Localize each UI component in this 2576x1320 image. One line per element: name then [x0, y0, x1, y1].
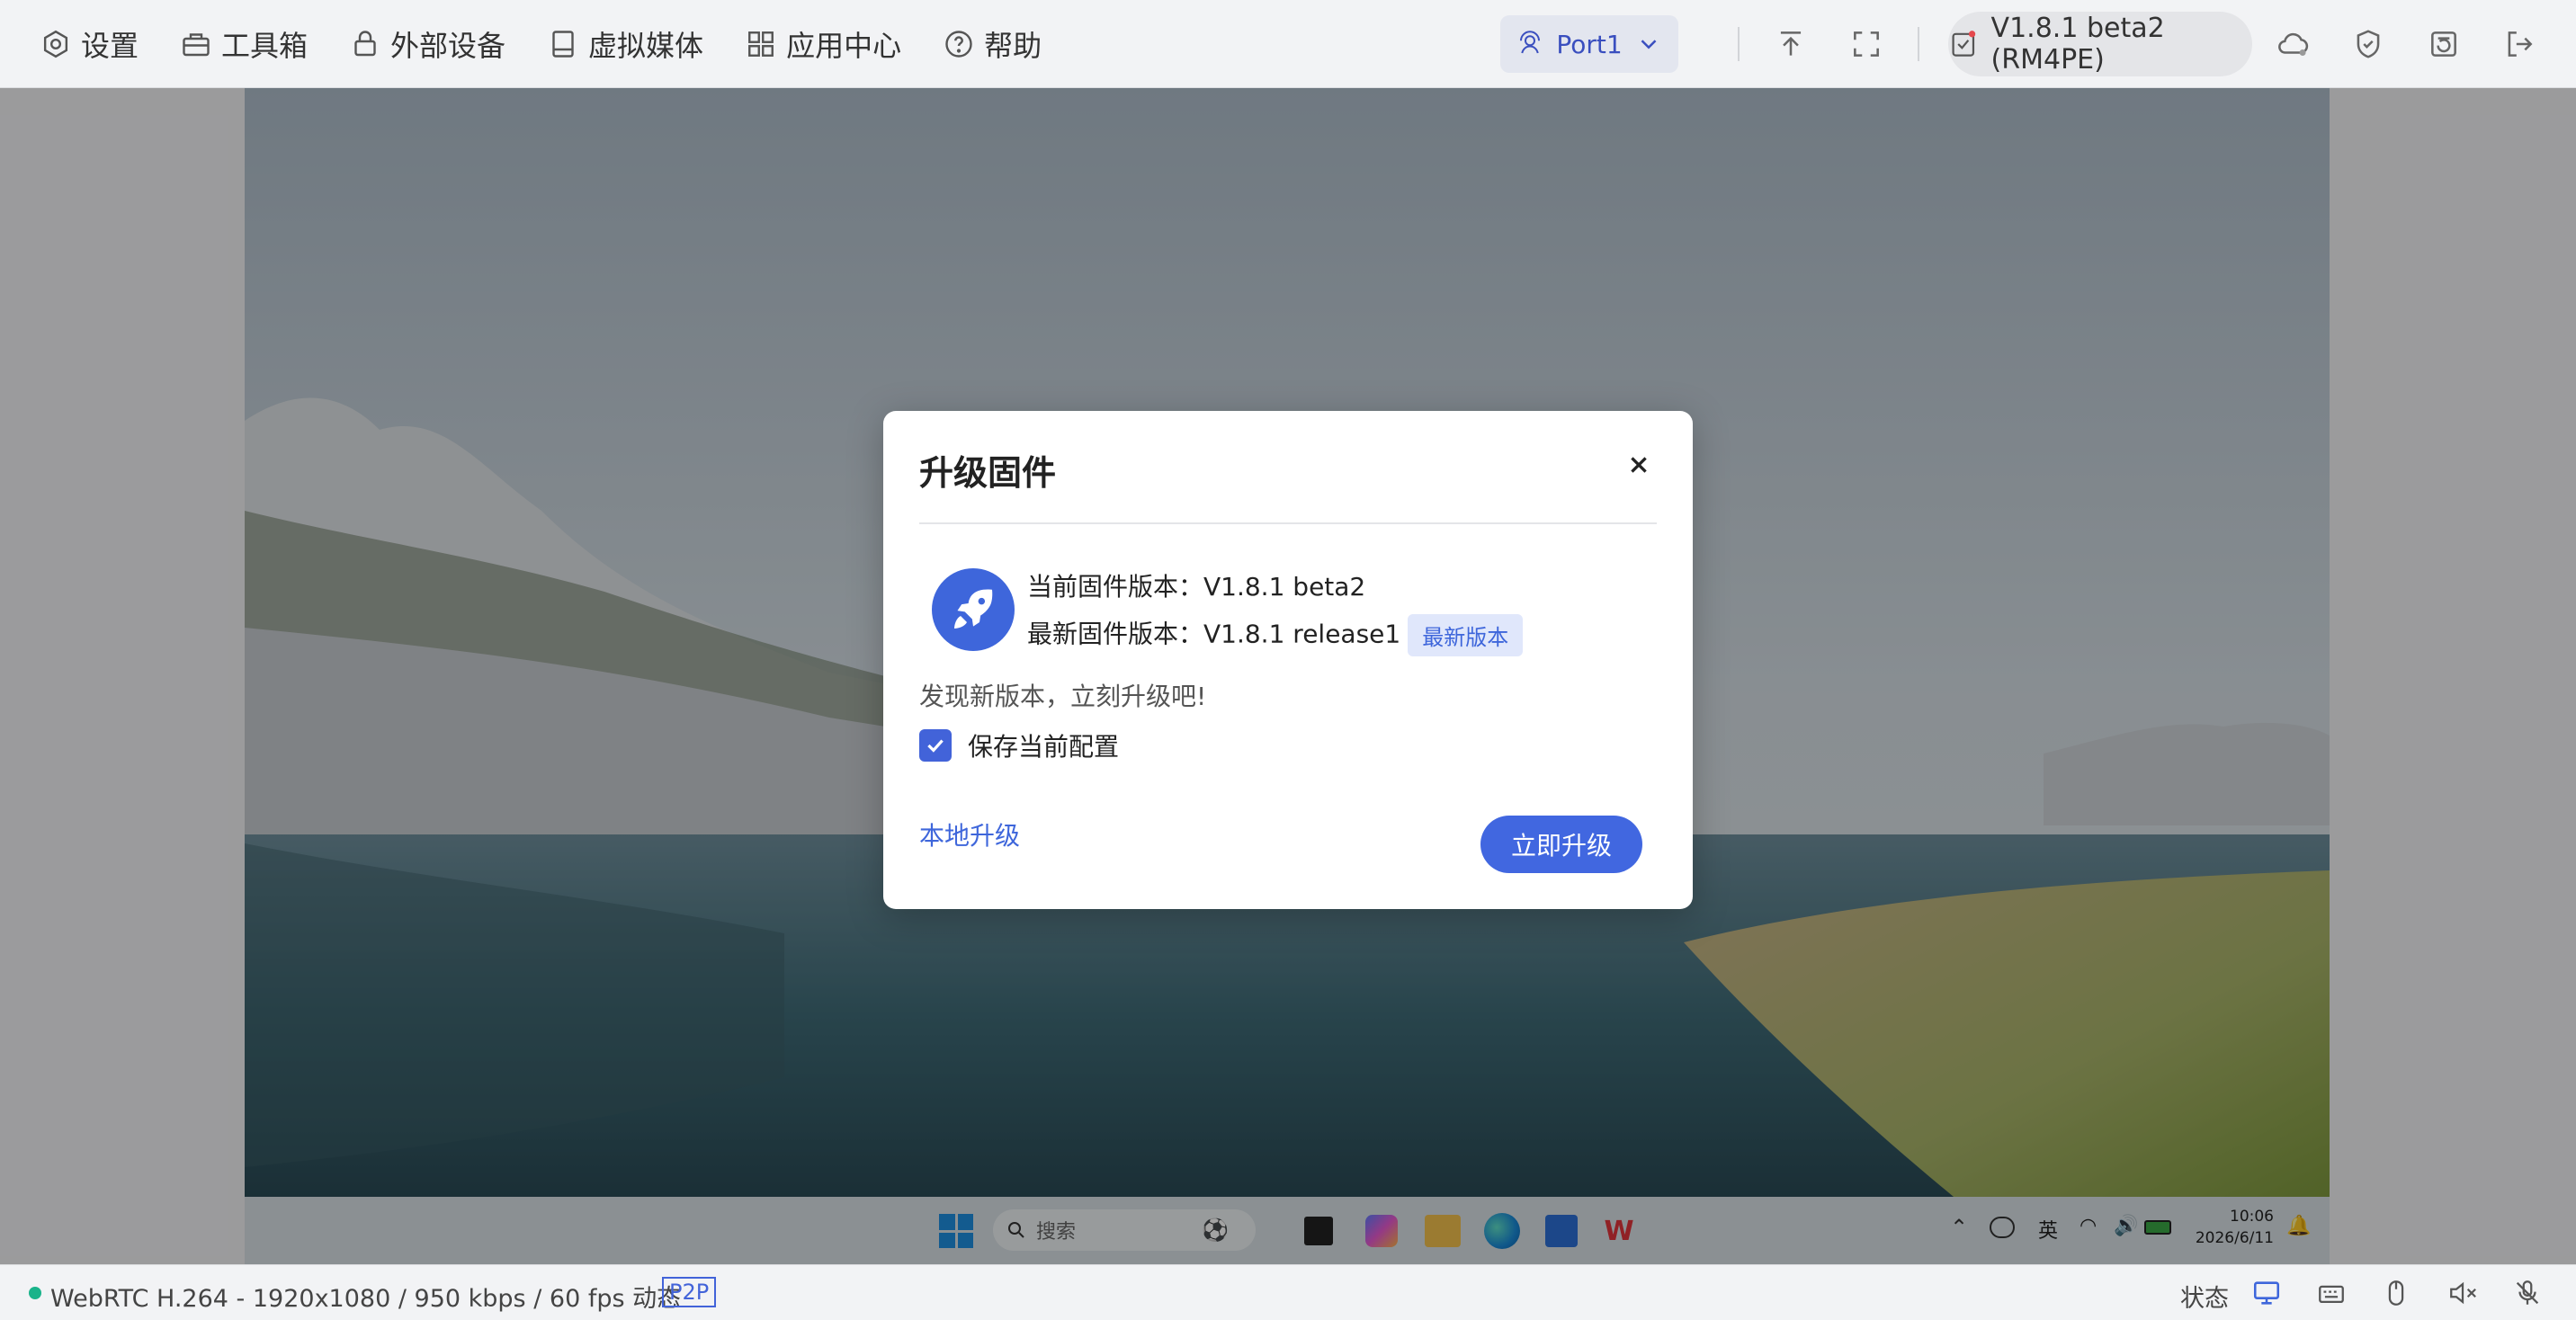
speaker-mute-button[interactable]	[2445, 1278, 2481, 1308]
right-tools: Port1 V1.8.1 beta2 (RM4PE)	[1500, 12, 2551, 76]
monitor-icon	[2253, 1281, 2280, 1305]
firmware-version-button[interactable]: V1.8.1 beta2 (RM4PE)	[1948, 12, 2252, 76]
logout-button[interactable]	[2488, 13, 2551, 76]
menu-peripherals-label: 外部设备	[390, 28, 506, 63]
lock-icon	[354, 30, 376, 56]
dialog-divider	[919, 522, 1657, 524]
gear-icon	[43, 30, 68, 58]
toolbar-divider	[1738, 27, 1740, 61]
upgrade-now-button[interactable]: 立即升级	[1480, 816, 1642, 873]
keyboard-button[interactable]	[2315, 1278, 2348, 1308]
connection-status-dot	[29, 1287, 41, 1299]
mouse-icon	[2388, 1280, 2404, 1306]
menu-settings[interactable]: 设置	[40, 23, 139, 65]
save-config-checkbox[interactable]	[919, 729, 952, 762]
fullscreen-button[interactable]	[1835, 13, 1898, 76]
stream-info-text: WebRTC H.264 - 1920x1080 / 950 kbps / 60…	[50, 1285, 682, 1313]
shield-check-icon	[2357, 30, 2380, 58]
restart-icon	[2431, 31, 2456, 57]
close-icon	[1631, 457, 1647, 473]
security-button[interactable]	[2337, 13, 2400, 76]
p2p-badge: P2P	[662, 1277, 717, 1307]
menu-app-center[interactable]: 应用中心	[745, 23, 901, 65]
latest-version-row: 最新固件版本：V1.8.1 release1 最新版本	[1027, 614, 1524, 656]
port-selector[interactable]: Port1	[1500, 15, 1678, 73]
save-config-label: 保存当前配置	[968, 732, 1120, 762]
check-icon	[927, 739, 944, 753]
upgrade-firmware-dialog: 升级固件 当前固件版本：V1.8.1 beta2 最新固件版本：V1.8.1 r…	[883, 411, 1693, 909]
local-upgrade-link[interactable]: 本地升级	[919, 816, 1020, 852]
chevron-down-icon	[1641, 40, 1657, 49]
rocket-icon	[932, 568, 1015, 651]
disk-icon	[552, 30, 574, 58]
top-toolbar: 设置 工具箱 外部设备 虚拟媒体 应用中心 帮助 Port1 V1.8.1 be…	[0, 0, 2576, 88]
toolbar-divider	[1918, 27, 1919, 61]
fullscreen-icon	[1854, 31, 1879, 57]
mouse-button[interactable]	[2380, 1278, 2412, 1308]
menu-help-label: 帮助	[984, 28, 1042, 63]
firmware-version-label: V1.8.1 beta2 (RM4PE)	[1990, 13, 2165, 76]
microphone-mute-button[interactable]	[2511, 1278, 2544, 1308]
menu-settings-label: 设置	[81, 28, 139, 63]
status-bar: WebRTC H.264 - 1920x1080 / 950 kbps / 60…	[0, 1264, 2576, 1320]
port-icon	[1520, 31, 1541, 54]
screen-button[interactable]	[2250, 1278, 2283, 1308]
menu-virtual-media[interactable]: 虚拟媒体	[547, 23, 703, 65]
menu-app-center-label: 应用中心	[786, 28, 902, 63]
restart-button[interactable]	[2412, 13, 2475, 76]
latest-version-text: 最新固件版本：V1.8.1 release1	[1027, 619, 1401, 649]
main-menu: 设置 工具箱 外部设备 虚拟媒体 应用中心 帮助	[40, 23, 1042, 65]
dialog-close-button[interactable]	[1619, 445, 1659, 485]
firmware-update-icon	[1952, 31, 1976, 57]
save-config-checkbox-row[interactable]: 保存当前配置	[919, 727, 1119, 763]
logout-icon	[2508, 31, 2533, 57]
cloud-button[interactable]	[2261, 13, 2324, 76]
help-icon	[945, 30, 972, 58]
menu-virtual-media-label: 虚拟媒体	[588, 28, 704, 63]
current-version-text: 当前固件版本：V1.8.1 beta2	[1027, 572, 1366, 602]
menu-toolbox-label: 工具箱	[221, 28, 309, 63]
menu-toolbox[interactable]: 工具箱	[180, 23, 308, 65]
apps-icon	[748, 31, 774, 57]
toolbox-icon	[183, 32, 210, 56]
speaker-mute-icon	[2450, 1281, 2476, 1305]
cloud-icon	[2278, 32, 2309, 56]
upload-icon	[1780, 31, 1802, 56]
menu-help[interactable]: 帮助	[943, 23, 1042, 65]
upgrade-tip-text: 发现新版本，立刻升级吧!	[919, 682, 1207, 711]
menu-peripherals[interactable]: 外部设备	[349, 23, 505, 65]
status-label[interactable]: 状态	[2180, 1279, 2229, 1314]
upload-button[interactable]	[1759, 13, 1822, 76]
keyboard-icon	[2319, 1285, 2344, 1304]
microphone-mute-icon	[2516, 1280, 2539, 1305]
latest-version-badge: 最新版本	[1408, 614, 1524, 656]
dialog-title: 升级固件	[919, 453, 1057, 493]
port-label: Port1	[1556, 29, 1623, 59]
